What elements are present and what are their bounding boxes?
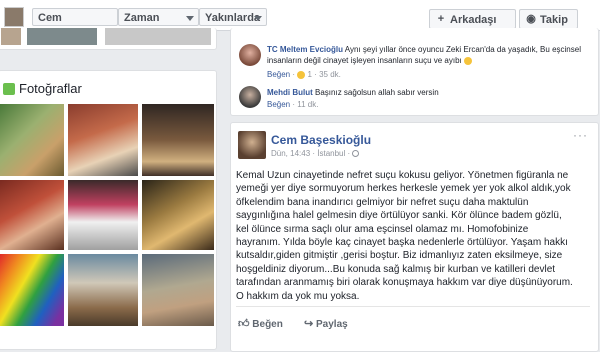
share-icon: ↪ [304, 318, 314, 330]
profile-header-bar: Cem Başeskioğlu Zaman Tüneli Yakınlarda … [0, 0, 600, 46]
rss-icon: ◉ [526, 13, 536, 25]
post-line: Kemal Uzun cinayetinde nefret suçu kokus… [236, 170, 569, 181]
photo-thumbnail[interactable] [0, 254, 64, 326]
photo-thumbnail[interactable] [68, 104, 138, 176]
post-line: öfkelendim bana inandırıcı gelmiyor bir … [236, 196, 529, 208]
photo-thumbnail[interactable] [68, 254, 138, 326]
comments-card: TC Meltem Evcioğlu Aynı şeyi yıllar önce… [230, 28, 599, 116]
add-friend-icon: + [437, 13, 445, 25]
commenter-avatar[interactable] [239, 44, 261, 66]
reaction-count[interactable]: 1 [308, 70, 312, 79]
commenter-name[interactable]: Mehdi Bulut [267, 88, 313, 97]
post-line: hoşgeldiniz diyorum...Bu konuda sağ kalm… [236, 263, 556, 275]
sad-emoji-icon [464, 56, 473, 65]
post-location[interactable]: İstanbul [317, 149, 345, 158]
intro-card [0, 28, 217, 50]
post-share-button[interactable]: ↪ Paylaş [304, 317, 348, 330]
more-options-icon[interactable]: ··· [573, 128, 588, 142]
intro-photo[interactable] [1, 28, 21, 45]
post-line: saygınlığına halel gelmesin diye örtülüy… [236, 210, 562, 222]
chevron-down-icon [186, 16, 194, 21]
profile-avatar[interactable] [4, 7, 24, 27]
comment-like-link[interactable]: Beğen [267, 70, 290, 79]
comment-2-meta: Beğen · 11 dk. [267, 100, 319, 109]
nearby-label: Yakınlarda [205, 12, 261, 24]
comment-time[interactable]: 35 dk. [319, 70, 341, 79]
comment-2: Mehdi Bulut Başınız sağolsun allah sabır… [267, 87, 587, 98]
photos-title[interactable]: Fotoğraflar [19, 81, 82, 96]
post-line: yemeği yer diye sormuyorum herkes herkes… [236, 183, 571, 195]
post-author-name[interactable]: Cem Başeskioğlu [271, 133, 371, 147]
follow-button[interactable]: ◉Takip Et [519, 9, 578, 46]
post-line: hayranım. Yılda böyle kaç cinayet başka … [236, 237, 568, 249]
commenter-name[interactable]: TC Meltem Evcioğlu [267, 45, 343, 54]
reaction-sad-icon[interactable] [297, 70, 306, 79]
comment-time[interactable]: 11 dk. [297, 100, 318, 109]
photo-thumbnail[interactable] [142, 254, 214, 326]
comment-like-link[interactable]: Beğen [267, 100, 290, 109]
intro-photo[interactable] [27, 28, 97, 45]
add-friend-button[interactable]: +Arkadaşı Ekle [429, 9, 516, 46]
profile-name-button[interactable]: Cem Başeskioğlu [32, 8, 118, 42]
post-date[interactable]: Dün, 14:43 [271, 149, 310, 158]
timeline-dropdown[interactable]: Zaman Tüneli [118, 8, 199, 42]
photo-thumbnail[interactable] [142, 180, 214, 250]
thumbs-up-icon: 👍︎ [238, 318, 250, 330]
post-line: tarafından aranmamış biri olarak konuşma… [236, 277, 573, 289]
photo-thumbnail[interactable] [68, 180, 138, 250]
post-body: Kemal Uzun cinayetinde nefret suçu kokus… [236, 169, 590, 303]
intro-photo[interactable] [105, 28, 211, 45]
commenter-avatar[interactable] [239, 86, 261, 108]
post-line: O hakkım da yok mu yoksa. [236, 290, 360, 302]
chevron-down-icon [254, 16, 262, 21]
nearby-dropdown[interactable]: Yakınlarda [199, 8, 267, 26]
photo-thumbnail[interactable] [0, 104, 64, 176]
comment-1-meta: Beğen · 1 · 35 dk. [267, 70, 341, 79]
comment-text: Başınız sağolsun allah sabır versin [315, 88, 439, 97]
comment-1: TC Meltem Evcioğlu Aynı şeyi yıllar önce… [267, 44, 587, 66]
photos-icon [3, 83, 15, 95]
photo-thumbnail[interactable] [142, 104, 214, 176]
post-line: kel ölünce sırma saçlı olur ama eşcinsel… [236, 223, 529, 235]
post-share-label: Paylaş [316, 319, 348, 330]
post-meta: Dün, 14:43 · İstanbul · [271, 149, 360, 158]
post-line: kutsaldır,giden gitmiştir ,gerisi boştur… [236, 250, 563, 262]
post-like-label: Beğen [252, 319, 283, 330]
photo-thumbnail[interactable] [0, 180, 64, 250]
globe-icon[interactable] [352, 150, 360, 158]
divider [236, 306, 590, 307]
post-like-button[interactable]: 👍︎ Beğen [238, 317, 283, 330]
post-author-avatar[interactable] [238, 131, 266, 159]
